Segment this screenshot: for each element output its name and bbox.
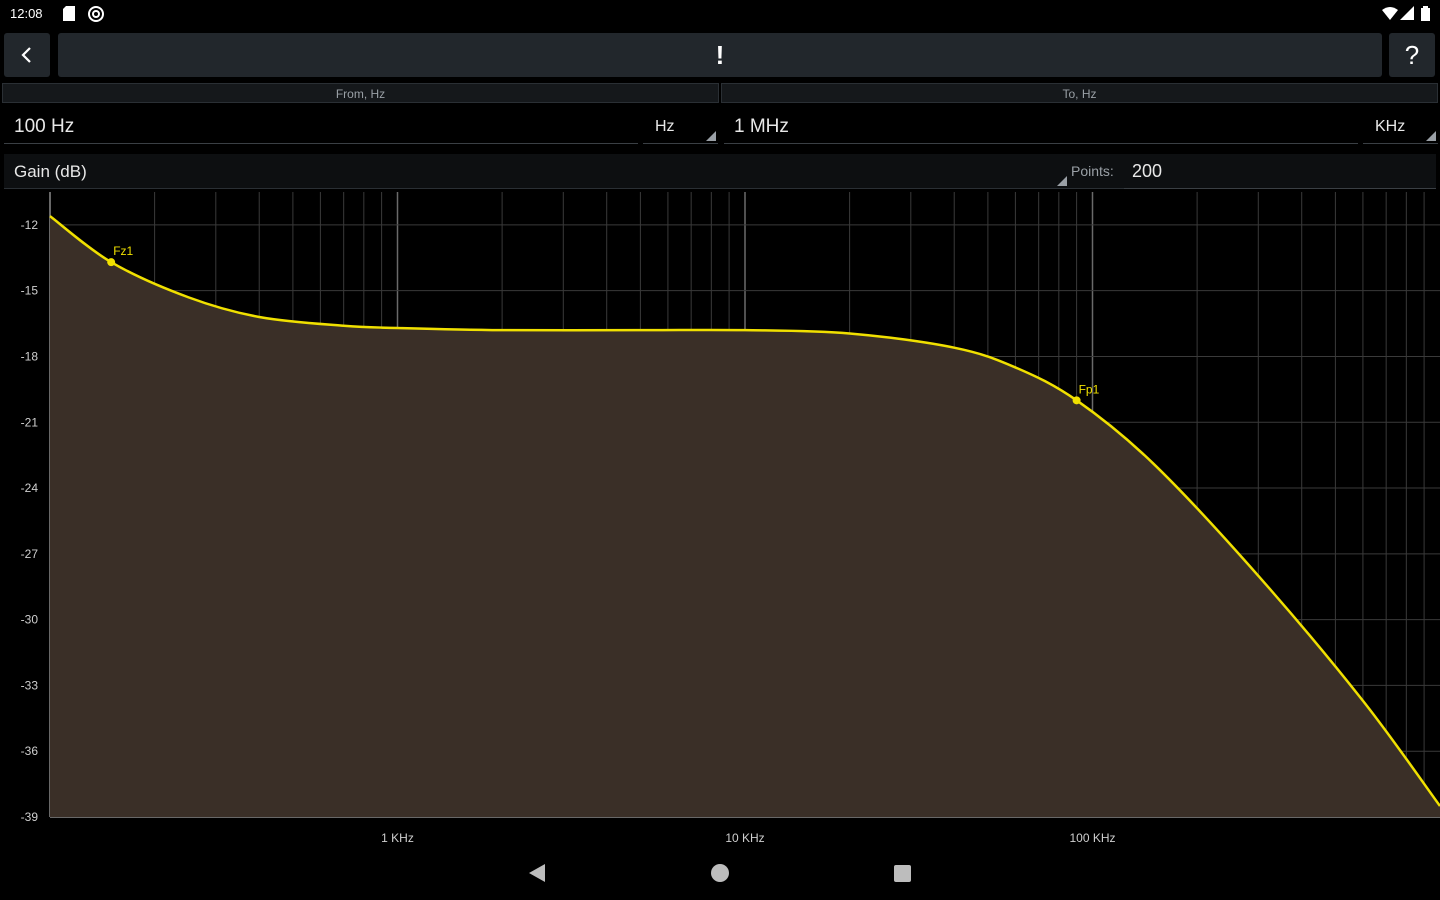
to-unit-label: KHz <box>1375 118 1406 135</box>
y-tick-label: -18 <box>21 349 39 363</box>
from-input[interactable]: 100 Hz <box>4 110 638 144</box>
from-header: From, Hz <box>2 83 719 103</box>
signal-icon <box>1400 6 1414 22</box>
y-tick-label: -27 <box>21 547 39 561</box>
dropdown-corner-icon <box>1057 176 1067 186</box>
to-header: To, Hz <box>721 83 1438 103</box>
recents-square-icon[interactable] <box>894 865 911 882</box>
y-tick-label: -12 <box>21 218 39 232</box>
status-time: 12:08 <box>10 6 43 21</box>
points-label: Points: <box>1071 163 1114 179</box>
page-title: ! <box>58 33 1382 77</box>
mode-label: Gain (dB) <box>14 162 87 181</box>
dropdown-corner-icon <box>706 131 716 141</box>
to-unit-select[interactable]: KHz <box>1363 110 1438 144</box>
y-tick-label: -21 <box>21 415 39 429</box>
y-tick-label: -30 <box>21 613 39 627</box>
from-unit-label: Hz <box>655 118 675 135</box>
x-tick-label: 1 KHz <box>381 831 414 845</box>
to-input[interactable]: 1 MHz <box>724 110 1358 144</box>
home-circle-icon[interactable] <box>711 864 729 882</box>
x-tick-label: 100 KHz <box>1069 831 1115 845</box>
points-input[interactable]: 200 <box>1124 154 1436 189</box>
from-unit-select[interactable]: Hz <box>643 110 718 144</box>
curve-marker[interactable] <box>107 258 116 267</box>
y-tick-label: -24 <box>21 481 39 495</box>
curve-marker[interactable] <box>1072 396 1081 405</box>
y-tick-label: -33 <box>21 678 39 692</box>
status-bar: 12:08 <box>0 0 1440 30</box>
back-triangle-icon[interactable] <box>529 864 545 882</box>
chevron-left-icon <box>21 47 31 63</box>
dropdown-corner-icon <box>1426 131 1436 141</box>
y-tick-label: -39 <box>21 810 39 824</box>
wifi-icon <box>1382 6 1398 22</box>
back-button[interactable] <box>4 33 50 77</box>
y-tick-label: -36 <box>21 744 39 758</box>
marker-label: Fz1 <box>113 244 133 258</box>
mode-select[interactable]: Gain (dB) <box>4 154 1067 189</box>
x-tick-label: 10 KHz <box>725 831 764 845</box>
y-tick-label: -15 <box>21 284 39 298</box>
help-button[interactable]: ? <box>1389 33 1435 77</box>
marker-label: Fp1 <box>1079 382 1100 396</box>
at-sign-icon <box>88 6 104 22</box>
navigation-bar <box>529 864 911 882</box>
sd-card-icon <box>63 6 75 22</box>
battery-icon <box>1421 6 1430 22</box>
bode-chart[interactable]: -12 -15 -18 -21 -24 -27 -30 -33 -36 -39 1 KHz 10 K… <box>0 192 1440 852</box>
